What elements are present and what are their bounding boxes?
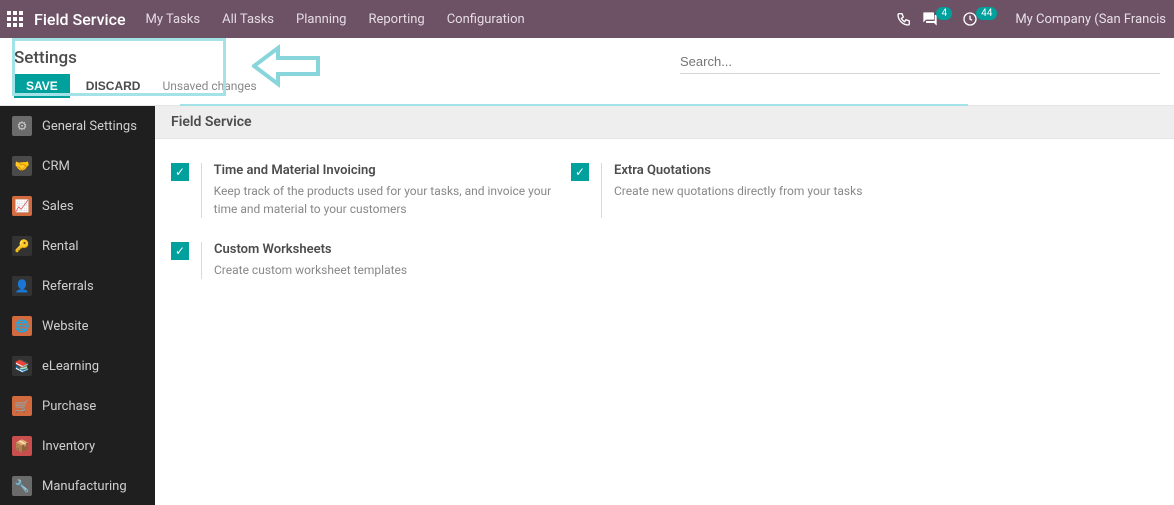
cart-icon: 🛒 — [12, 396, 32, 416]
nav-reporting[interactable]: Reporting — [368, 12, 424, 27]
sidebar-item-rental[interactable]: 🔑 Rental — [0, 226, 155, 266]
box-icon: 📦 — [12, 436, 32, 456]
unsaved-status: Unsaved changes — [162, 79, 256, 93]
sidebar-item-label: Purchase — [42, 399, 96, 414]
sidebar-item-label: Manufacturing — [42, 479, 127, 494]
globe-icon: 🌐 — [12, 316, 32, 336]
phone-icon[interactable] — [896, 11, 912, 27]
nav-all-tasks[interactable]: All Tasks — [222, 12, 274, 27]
checkbox-custom-worksheets[interactable]: ✓ — [171, 242, 189, 260]
section-header: Field Service — [155, 106, 1174, 139]
sidebar-item-label: Sales — [42, 199, 74, 214]
wrench-icon: 🔧 — [12, 476, 32, 496]
person-icon: 👤 — [12, 276, 32, 296]
search-input[interactable] — [680, 54, 1160, 69]
nav-planning[interactable]: Planning — [296, 12, 346, 27]
sidebar-item-elearning[interactable]: 📚 eLearning — [0, 346, 155, 386]
sidebar-item-referrals[interactable]: 👤 Referrals — [0, 266, 155, 306]
settings-grid: ✓ Time and Material Invoicing Keep track… — [155, 139, 1174, 315]
chart-icon: 📈 — [12, 196, 32, 216]
checkbox-time-material[interactable]: ✓ — [171, 163, 189, 181]
topbar-right: 4 44 My Company (San Francis — [896, 11, 1166, 27]
setting-title: Custom Worksheets — [214, 242, 407, 257]
setting-extra-quotations: ✓ Extra Quotations Create new quotations… — [563, 157, 963, 236]
nav-configuration[interactable]: Configuration — [447, 12, 525, 27]
nav-my-tasks[interactable]: My Tasks — [146, 12, 201, 27]
sidebar-item-inventory[interactable]: 📦 Inventory — [0, 426, 155, 466]
page-title: Settings — [14, 48, 257, 68]
setting-time-material: ✓ Time and Material Invoicing Keep track… — [163, 157, 563, 236]
content: Field Service ✓ Time and Material Invoic… — [155, 106, 1174, 505]
setting-title: Time and Material Invoicing — [214, 163, 555, 178]
sidebar-item-crm[interactable]: 🤝 CRM — [0, 146, 155, 186]
divider — [601, 163, 602, 218]
handshake-icon: 🤝 — [12, 156, 32, 176]
sidebar-item-label: General Settings — [42, 119, 137, 134]
brand-title: Field Service — [34, 10, 126, 29]
activity-badge: 44 — [976, 7, 997, 20]
sidebar-item-purchase[interactable]: 🛒 Purchase — [0, 386, 155, 426]
company-name[interactable]: My Company (San Francis — [1015, 12, 1166, 27]
setting-desc: Create custom worksheet templates — [214, 261, 407, 279]
sidebar-item-sales[interactable]: 📈 Sales — [0, 186, 155, 226]
save-button[interactable]: SAVE — [14, 74, 70, 98]
setting-desc: Keep track of the products used for your… — [214, 182, 555, 218]
sidebar-item-label: eLearning — [42, 359, 99, 374]
apps-icon[interactable] — [6, 10, 24, 28]
sidebar-item-label: Website — [42, 319, 89, 334]
chat-icon[interactable]: 4 — [922, 11, 952, 27]
sidebar-item-general-settings[interactable]: ⚙ General Settings — [0, 106, 155, 146]
key-icon: 🔑 — [12, 236, 32, 256]
divider — [201, 163, 202, 218]
sidebar: ⚙ General Settings 🤝 CRM 📈 Sales 🔑 Rental 👤 R… — [0, 106, 155, 505]
clock-icon[interactable]: 44 — [962, 11, 997, 27]
sidebar-item-label: Rental — [42, 239, 79, 254]
book-icon: 📚 — [12, 356, 32, 376]
top-nav: My Tasks All Tasks Planning Reporting Co… — [146, 12, 897, 27]
discard-button[interactable]: DISCARD — [78, 74, 149, 98]
sidebar-item-website[interactable]: 🌐 Website — [0, 306, 155, 346]
setting-title: Extra Quotations — [614, 163, 862, 178]
topbar: Field Service My Tasks All Tasks Plannin… — [0, 0, 1174, 38]
header: Settings SAVE DISCARD Unsaved changes — [0, 38, 1174, 106]
setting-custom-worksheets: ✓ Custom Worksheets Create custom worksh… — [163, 236, 563, 297]
sidebar-item-label: Inventory — [42, 439, 95, 454]
sidebar-item-manufacturing[interactable]: 🔧 Manufacturing — [0, 466, 155, 505]
gear-icon: ⚙ — [12, 116, 32, 136]
divider — [201, 242, 202, 279]
sidebar-item-label: Referrals — [42, 279, 94, 294]
setting-desc: Create new quotations directly from your… — [614, 182, 862, 200]
checkbox-extra-quotations[interactable]: ✓ — [571, 163, 589, 181]
search-container — [680, 50, 1160, 74]
sidebar-item-label: CRM — [42, 159, 70, 174]
chat-badge: 4 — [936, 7, 952, 20]
